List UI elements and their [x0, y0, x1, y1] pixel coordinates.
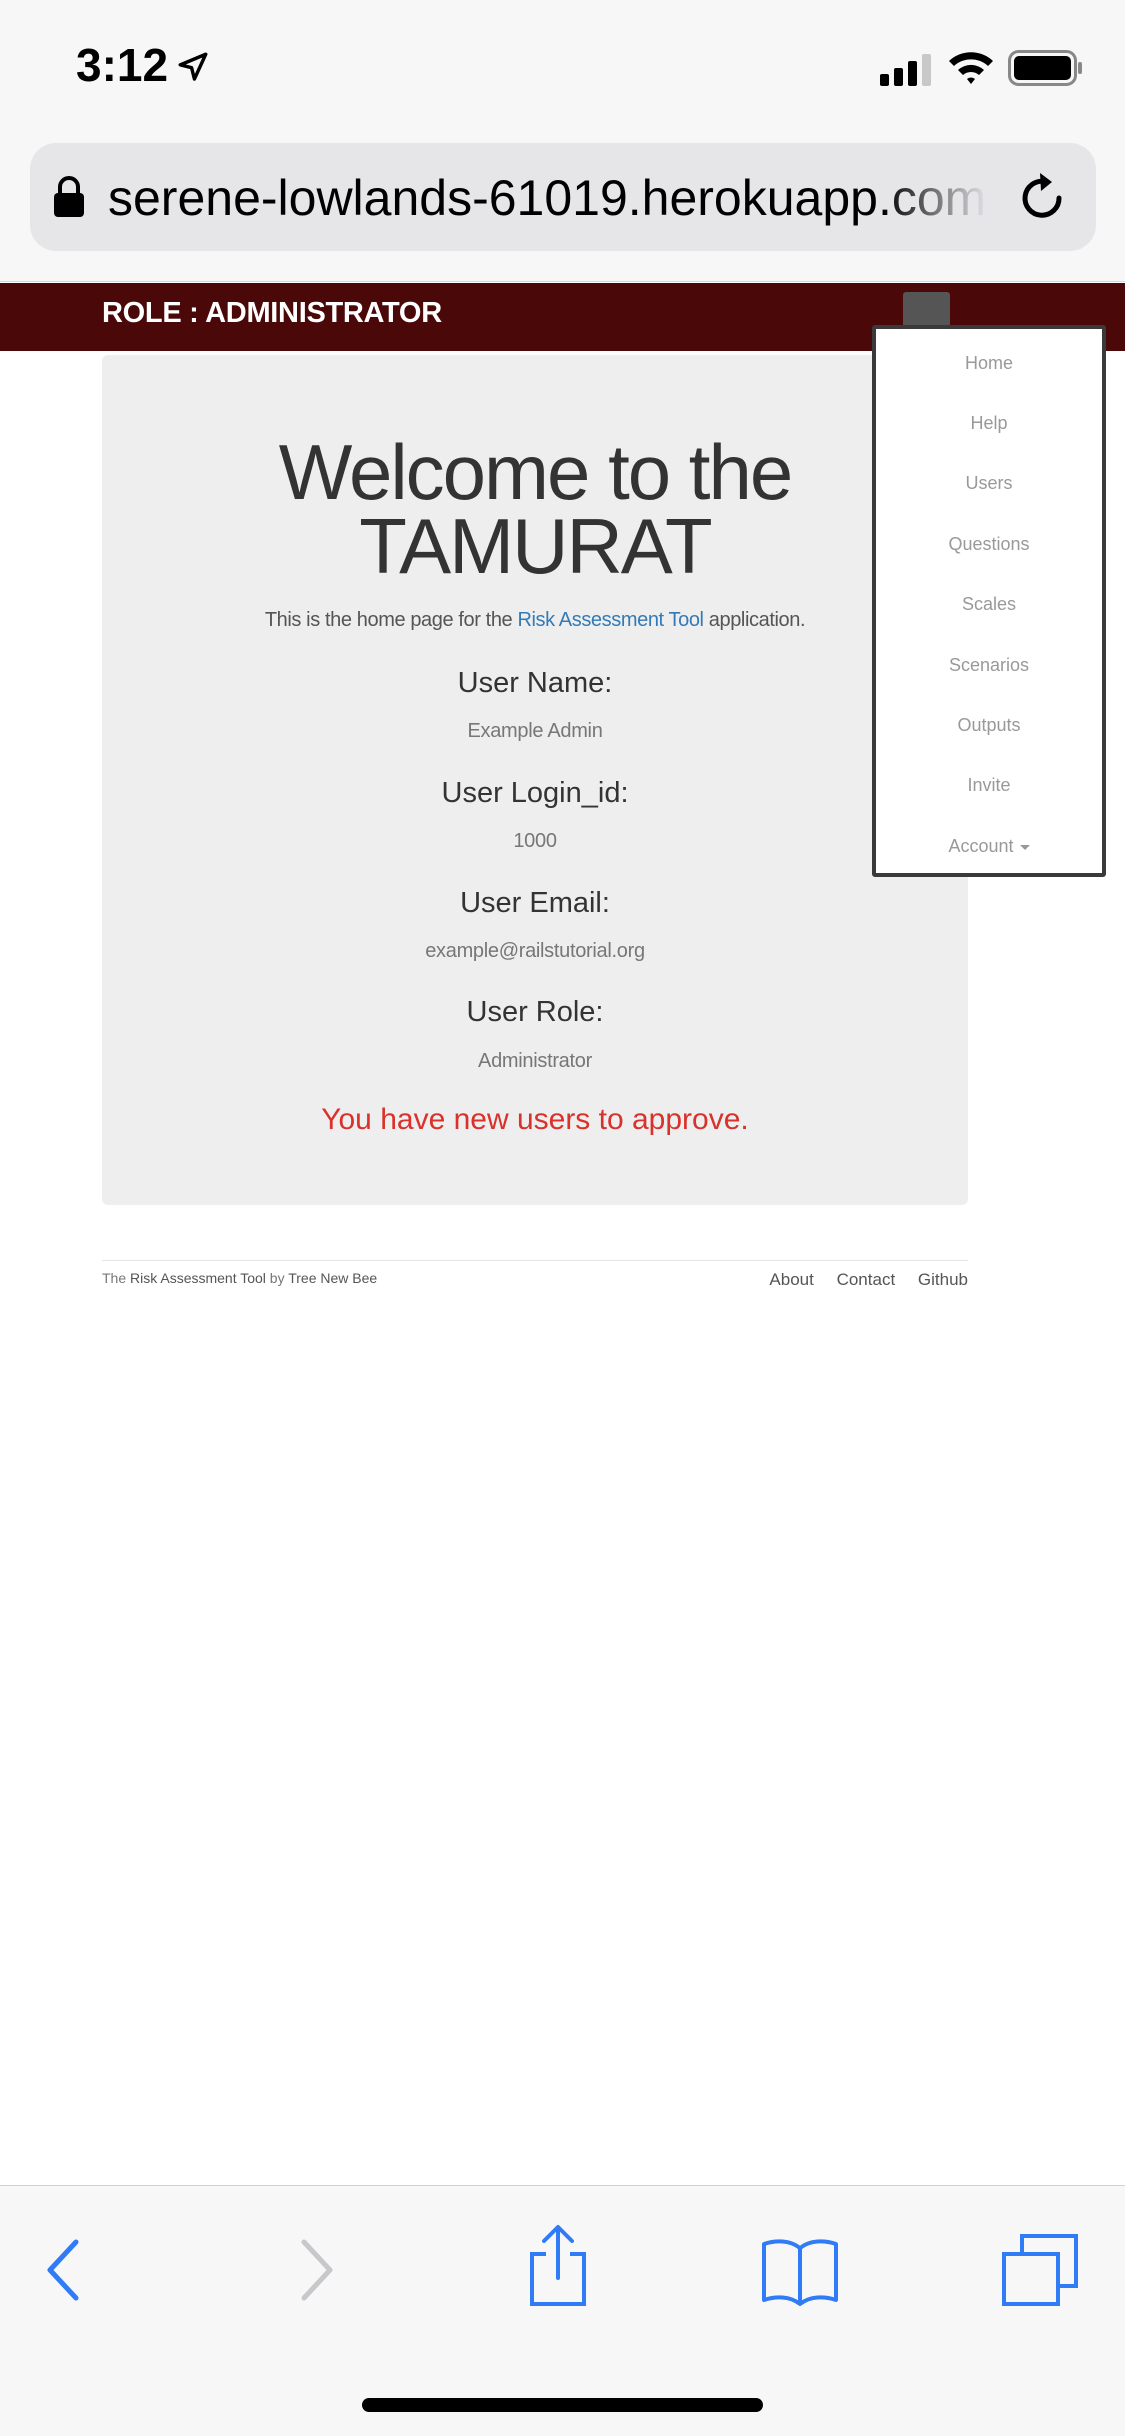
- welcome-line-2: TAMURAT: [359, 502, 712, 590]
- footer-github-link[interactable]: Github: [918, 1270, 968, 1289]
- footer-app-link[interactable]: Risk Assessment Tool: [130, 1270, 266, 1286]
- intro-before: This is the home page for the: [264, 609, 518, 631]
- user-name-value: Example Admin: [467, 720, 603, 742]
- reload-icon[interactable]: [1015, 171, 1069, 225]
- footer-credit: The Risk Assessment Tool by Tree New Bee: [102, 1270, 377, 1286]
- wifi-icon: [949, 52, 993, 84]
- caret-down-icon: [1019, 844, 1030, 850]
- cellular-signal-icon: [880, 54, 931, 86]
- address-bar[interactable]: serene-lowlands-61019.herokuapp.com: [30, 143, 1096, 251]
- menu-item-outputs[interactable]: Outputs: [876, 715, 1102, 736]
- footer-divider: [102, 1260, 968, 1261]
- location-arrow-icon: [178, 52, 208, 81]
- menu-item-users[interactable]: Users: [876, 473, 1102, 494]
- tabs-icon[interactable]: [1000, 2232, 1080, 2308]
- footer-contact-link[interactable]: Contact: [837, 1270, 896, 1289]
- menu-item-home[interactable]: Home: [876, 353, 1102, 374]
- menu-item-scales[interactable]: Scales: [876, 594, 1102, 615]
- nav-dropdown-menu: Home Help Users Questions Scales Scenari…: [872, 325, 1106, 877]
- menu-item-invite[interactable]: Invite: [876, 775, 1102, 796]
- intro-after: application.: [703, 609, 806, 631]
- forward-icon[interactable]: [296, 2238, 336, 2302]
- home-indicator[interactable]: [362, 2398, 763, 2412]
- battery-icon: [1008, 50, 1082, 86]
- back-icon[interactable]: [44, 2238, 84, 2302]
- status-time: 3:12: [76, 39, 169, 91]
- lock-icon: [54, 176, 84, 217]
- menu-item-help[interactable]: Help: [876, 413, 1102, 434]
- welcome-line-1: Welcome to the: [278, 428, 793, 516]
- user-login-id-value: 1000: [513, 830, 557, 852]
- footer-about-link[interactable]: About: [769, 1270, 813, 1289]
- user-login-id-label: User Login_id:: [441, 777, 629, 809]
- welcome-panel: Welcome to the TAMURAT This is the home …: [102, 355, 968, 1205]
- footer-prefix: The: [102, 1270, 131, 1286]
- user-email-value: example@railstutorial.org: [425, 940, 645, 962]
- bookmarks-icon[interactable]: [760, 2236, 840, 2306]
- approval-alert[interactable]: You have new users to approve.: [102, 1103, 968, 1137]
- user-name-label: User Name:: [457, 667, 613, 699]
- footer-links: About Contact Github: [751, 1270, 968, 1290]
- user-role-value: Administrator: [478, 1050, 592, 1072]
- page-title: Welcome to the TAMURAT: [102, 428, 968, 590]
- share-icon[interactable]: [526, 2224, 590, 2308]
- intro-text: This is the home page for the Risk Asses…: [102, 609, 968, 632]
- url-text: serene-lowlands-61019.herokuapp.com: [108, 170, 987, 226]
- footer-team-link[interactable]: Tree New Bee: [288, 1270, 377, 1286]
- footer-by: by: [265, 1270, 289, 1286]
- risk-assessment-tool-link[interactable]: Risk Assessment Tool: [517, 609, 704, 631]
- user-email-label: User Email:: [460, 887, 610, 919]
- menu-item-account-label: Account: [948, 836, 1014, 856]
- status-bar: 3:12: [0, 0, 1125, 135]
- user-role-label: User Role:: [466, 996, 604, 1028]
- role-label: ROLE : ADMINISTRATOR: [102, 297, 442, 329]
- menu-item-questions[interactable]: Questions: [876, 534, 1102, 555]
- menu-item-account[interactable]: Account: [876, 836, 1102, 857]
- menu-item-scenarios[interactable]: Scenarios: [876, 655, 1102, 676]
- browser-address-area: serene-lowlands-61019.herokuapp.com: [0, 135, 1125, 282]
